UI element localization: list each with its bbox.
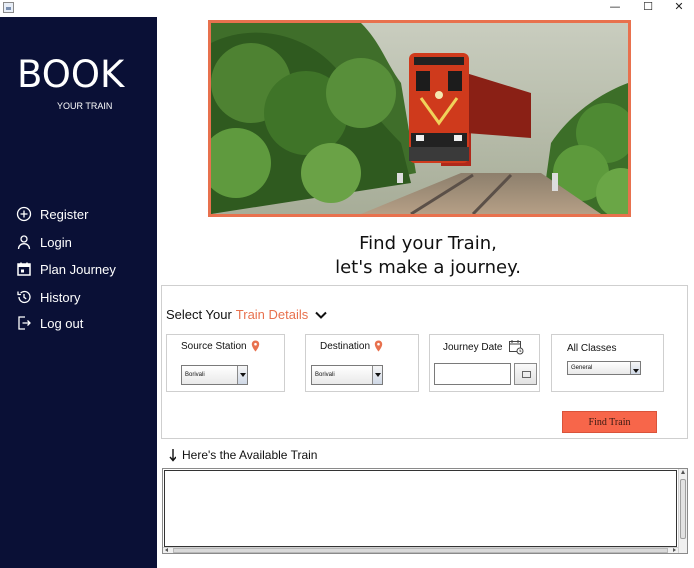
destination-box: Destination Borivali (305, 334, 419, 392)
maximize-button[interactable]: ☐ (634, 0, 662, 15)
date-picker-button[interactable] (514, 363, 537, 385)
calendar-icon (16, 261, 32, 277)
train-details-panel: Select Your Train Details Source Station… (161, 285, 688, 439)
tagline-line2: let's make a journey. (335, 257, 521, 278)
class-label: All Classes (567, 343, 616, 354)
journey-date-label: Journey Date (443, 339, 524, 355)
results-list[interactable] (164, 470, 677, 547)
arrow-down-icon (169, 449, 176, 462)
sidebar-item-logout[interactable]: Log out (16, 313, 83, 333)
scroll-left-icon[interactable] (165, 548, 168, 552)
title-bar: — ☐ ✕ (0, 0, 694, 17)
panel-title-highlight: Train Details (235, 307, 309, 322)
scroll-thumb[interactable] (173, 548, 668, 553)
panel-title: Select Your Train Details (166, 307, 328, 322)
panel-title-prefix: Select Your (166, 307, 232, 322)
scroll-right-icon[interactable] (673, 548, 676, 552)
journey-date-text: Journey Date (443, 341, 503, 353)
user-icon (16, 234, 32, 250)
chevron-down-icon[interactable] (314, 308, 328, 322)
source-station-select[interactable]: Borivali (181, 365, 248, 385)
class-box: All Classes General (551, 334, 664, 392)
hero-image (208, 20, 631, 217)
journey-date-input[interactable] (434, 363, 511, 385)
destination-select[interactable]: Borivali (311, 365, 383, 385)
location-pin-icon (251, 340, 259, 352)
class-value: General (571, 365, 593, 371)
sidebar-item-label: Register (40, 206, 89, 222)
calendar-icon (509, 340, 524, 355)
brand-title: BOOK (17, 53, 125, 96)
scroll-up-icon[interactable] (681, 470, 685, 474)
sidebar-item-register[interactable]: Register (16, 204, 88, 224)
find-train-button[interactable]: Find Train (562, 411, 657, 433)
class-text: All Classes (567, 343, 617, 354)
logout-icon (16, 315, 32, 331)
app-window: — ☐ ✕ BOOK YOUR TRAIN Register Login Pla… (0, 0, 694, 568)
destination-label: Destination (320, 340, 383, 352)
scroll-thumb[interactable] (680, 479, 686, 539)
sidebar-item-login[interactable]: Login (16, 232, 72, 252)
tagline-line1: Find your Train, (359, 233, 497, 254)
results-title: Here's the Available Train (166, 448, 317, 462)
results-title-text: Here's the Available Train (182, 448, 318, 462)
source-station-label: Source Station (181, 340, 260, 352)
sidebar-item-plan-journey[interactable]: Plan Journey (16, 259, 116, 279)
close-button[interactable]: ✕ (665, 0, 693, 15)
horizontal-scrollbar[interactable] (163, 547, 678, 553)
train-photo (211, 23, 628, 214)
location-pin-icon (374, 340, 383, 352)
results-table[interactable] (162, 468, 688, 554)
minimize-button[interactable]: — (601, 0, 629, 15)
sidebar-item-label: Log out (40, 315, 84, 331)
plus-circle-icon (16, 206, 32, 222)
sidebar: BOOK YOUR TRAIN Register Login Plan Jour… (0, 17, 157, 568)
sidebar-item-label: Plan Journey (40, 261, 116, 277)
brand-subtitle: YOUR TRAIN (57, 101, 113, 111)
sidebar-item-label: History (40, 289, 81, 305)
source-station-box: Source Station Borivali (166, 334, 285, 392)
source-station-value: Borivali (185, 372, 205, 378)
class-select[interactable]: General (567, 361, 641, 375)
sidebar-item-history[interactable]: History (16, 287, 80, 307)
tagline: Find your Train, let's make a journey. (162, 232, 694, 280)
app-icon (3, 2, 14, 13)
destination-value: Borivali (315, 372, 335, 378)
journey-date-box: Journey Date (429, 334, 540, 392)
history-icon (16, 289, 32, 305)
dropdown-arrow-icon[interactable] (372, 366, 382, 384)
source-station-text: Source Station (181, 340, 247, 352)
destination-text: Destination (320, 340, 371, 352)
vertical-scrollbar[interactable] (678, 469, 687, 553)
dropdown-arrow-icon[interactable] (630, 362, 640, 374)
sidebar-item-label: Login (40, 234, 72, 250)
dropdown-arrow-icon[interactable] (237, 366, 247, 384)
